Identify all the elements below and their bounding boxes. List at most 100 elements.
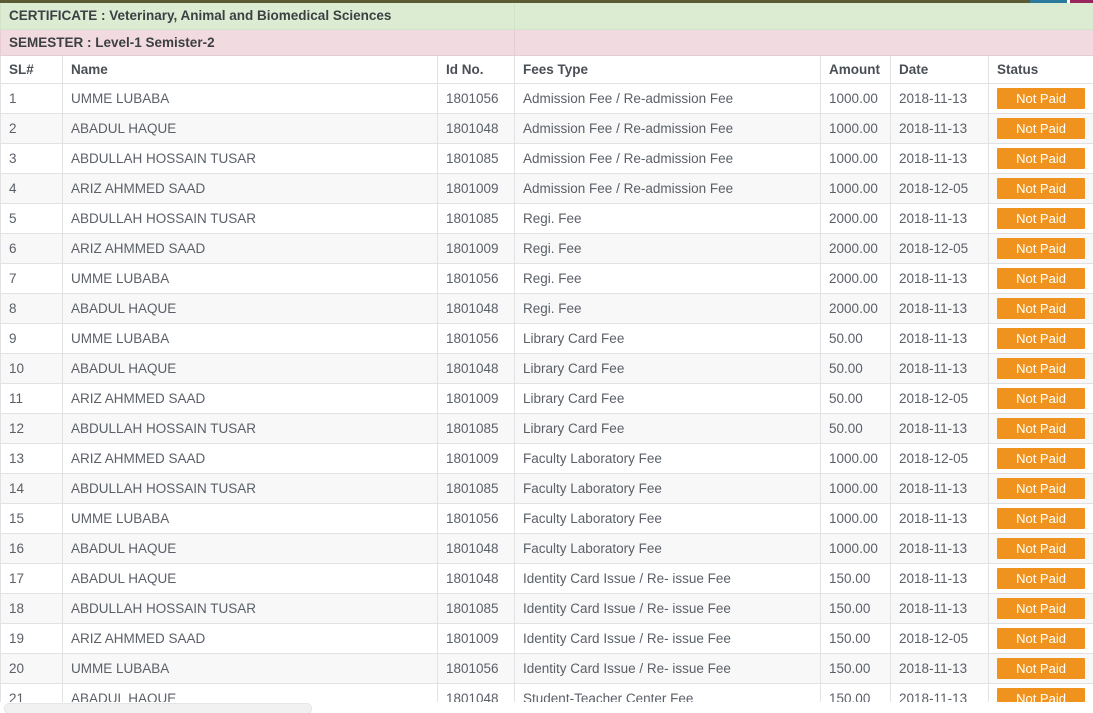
table-row[interactable]: 5 ABDULLAH HOSSAIN TUSAR 1801085 Regi. Fee 2… — [0, 203, 1093, 234]
status-badge[interactable]: Not Paid — [997, 388, 1086, 409]
cell-name: ARIZ AHMMED SAAD — [62, 383, 438, 414]
table-body: 1 UMME LUBABA 1801056 Admission Fee / Re-ad… — [0, 83, 1093, 705]
cell-name: UMME LUBABA — [62, 503, 438, 534]
status-badge[interactable]: Not Paid — [997, 508, 1086, 529]
cell-name: ABDULLAH HOSSAIN TUSAR — [62, 143, 438, 174]
status-badge[interactable]: Not Paid — [997, 208, 1086, 229]
table-row[interactable]: 16 ABADUL HAQUE 1801048 Faculty Laboratory … — [0, 533, 1093, 564]
cell-date: 2018-11-13 — [890, 263, 990, 294]
table-row[interactable]: 8 ABADUL HAQUE 1801048 Regi. Fee 2000.00 2018… — [0, 293, 1093, 324]
status-badge[interactable]: Not Paid — [997, 658, 1086, 679]
status-badge[interactable]: Not Paid — [997, 598, 1086, 619]
fees-table-scroll-container[interactable]: CERTIFICATE : Veterinary, Animal and Bio… — [0, 0, 1093, 705]
cell-name: UMME LUBABA — [62, 263, 438, 294]
cell-name: ABADUL HAQUE — [62, 353, 438, 384]
semester-banner-row: SEMESTER : Level-1 Semister-2 — [0, 29, 1093, 56]
cell-sl: 5 — [0, 203, 63, 234]
cell-fees-type: Faculty Laboratory Fee — [514, 473, 822, 504]
cell-fees-type: Admission Fee / Re-admission Fee — [514, 83, 822, 114]
table-row[interactable]: 18 ABDULLAH HOSSAIN TUSAR 1801085 Identity … — [0, 593, 1093, 624]
certificate-banner-spacer — [514, 0, 1093, 30]
horizontal-scrollbar[interactable] — [0, 702, 1093, 713]
cell-fees-type: Identity Card Issue / Re- issue Fee — [514, 593, 822, 624]
cell-sl: 11 — [0, 383, 63, 414]
cell-sl: 15 — [0, 503, 63, 534]
cell-id-no: 1801056 — [436, 263, 516, 294]
status-badge[interactable]: Not Paid — [997, 298, 1086, 319]
cell-fees-type: Admission Fee / Re-admission Fee — [514, 143, 822, 174]
status-badge[interactable]: Not Paid — [997, 118, 1086, 139]
cell-amount: 1000.00 — [820, 533, 892, 564]
table-row[interactable]: 6 ARIZ AHMMED SAAD 1801009 Regi. Fee 2000.00… — [0, 233, 1093, 264]
table-row[interactable]: 11 ARIZ AHMMED SAAD 1801009 Library Card Fe… — [0, 383, 1093, 414]
cell-amount: 1000.00 — [820, 143, 892, 174]
status-badge[interactable]: Not Paid — [997, 178, 1086, 199]
table-row[interactable]: 14 ABDULLAH HOSSAIN TUSAR 1801085 Faculty L… — [0, 473, 1093, 504]
cell-name: ABDULLAH HOSSAIN TUSAR — [62, 593, 438, 624]
status-badge[interactable]: Not Paid — [997, 538, 1086, 559]
cell-date: 2018-11-13 — [890, 293, 990, 324]
cell-date: 2018-11-13 — [890, 563, 990, 594]
semester-banner-spacer — [514, 29, 1093, 56]
column-header-id-no[interactable]: Id No. — [436, 55, 516, 84]
status-badge[interactable]: Not Paid — [997, 568, 1086, 589]
cell-status: Not Paid — [988, 563, 1093, 594]
cell-fees-type: Library Card Fee — [514, 323, 822, 354]
column-header-sl[interactable]: SL# — [0, 55, 63, 84]
column-header-fees-type[interactable]: Fees Type — [514, 55, 822, 84]
cell-fees-type: Library Card Fee — [514, 413, 822, 444]
table-row[interactable]: 17 ABADUL HAQUE 1801048 Identity Card Issue… — [0, 563, 1093, 594]
table-row[interactable]: 20 UMME LUBABA 1801056 Identity Card Issue … — [0, 653, 1093, 684]
table-row[interactable]: 15 UMME LUBABA 1801056 Faculty Laboratory F… — [0, 503, 1093, 534]
cell-id-no: 1801048 — [436, 533, 516, 564]
status-badge[interactable]: Not Paid — [997, 268, 1086, 289]
column-header-amount[interactable]: Amount — [820, 55, 892, 84]
column-header-name[interactable]: Name — [62, 55, 438, 84]
cell-id-no: 1801048 — [436, 113, 516, 144]
table-row[interactable]: 10 ABADUL HAQUE 1801048 Library Card Fee 50.… — [0, 353, 1093, 384]
cell-name: UMME LUBABA — [62, 323, 438, 354]
cell-amount: 1000.00 — [820, 83, 892, 114]
cell-sl: 13 — [0, 443, 63, 474]
cell-amount: 2000.00 — [820, 233, 892, 264]
table-row[interactable]: 9 UMME LUBABA 1801056 Library Card Fee 50.00… — [0, 323, 1093, 354]
table-row[interactable]: 13 ARIZ AHMMED SAAD 1801009 Faculty Laborat… — [0, 443, 1093, 474]
cell-fees-type: Faculty Laboratory Fee — [514, 443, 822, 474]
cell-sl: 6 — [0, 233, 63, 264]
cell-status: Not Paid — [988, 203, 1093, 234]
scrollbar-thumb[interactable] — [4, 703, 312, 713]
cell-id-no: 1801085 — [436, 593, 516, 624]
table-row[interactable]: 19 ARIZ AHMMED SAAD 1801009 Identity Card I… — [0, 623, 1093, 654]
cell-date: 2018-12-05 — [890, 623, 990, 654]
table-row[interactable]: 4 ARIZ AHMMED SAAD 1801009 Admission Fee / … — [0, 173, 1093, 204]
status-badge[interactable]: Not Paid — [997, 148, 1086, 169]
table-row[interactable]: 7 UMME LUBABA 1801056 Regi. Fee 2000.00 2018-… — [0, 263, 1093, 294]
cell-amount: 50.00 — [820, 353, 892, 384]
table-row[interactable]: 2 ABADUL HAQUE 1801048 Admission Fee / Re-a… — [0, 113, 1093, 144]
cell-fees-type: Admission Fee / Re-admission Fee — [514, 113, 822, 144]
status-badge[interactable]: Not Paid — [997, 358, 1086, 379]
table-row[interactable]: 3 ABDULLAH HOSSAIN TUSAR 1801085 Admission … — [0, 143, 1093, 174]
status-badge[interactable]: Not Paid — [997, 418, 1086, 439]
status-badge[interactable]: Not Paid — [997, 238, 1086, 259]
cell-sl: 1 — [0, 83, 63, 114]
cell-date: 2018-12-05 — [890, 443, 990, 474]
cell-name: ARIZ AHMMED SAAD — [62, 233, 438, 264]
cell-amount: 150.00 — [820, 653, 892, 684]
table-row[interactable]: 12 ABDULLAH HOSSAIN TUSAR 1801085 Library C… — [0, 413, 1093, 444]
status-badge[interactable]: Not Paid — [997, 478, 1086, 499]
cell-name: ABADUL HAQUE — [62, 113, 438, 144]
cell-date: 2018-11-13 — [890, 203, 990, 234]
cell-date: 2018-11-13 — [890, 113, 990, 144]
status-badge[interactable]: Not Paid — [997, 328, 1086, 349]
status-badge[interactable]: Not Paid — [997, 88, 1086, 109]
column-header-status[interactable]: Status — [988, 55, 1093, 84]
status-badge[interactable]: Not Paid — [997, 448, 1086, 469]
column-header-date[interactable]: Date — [890, 55, 990, 84]
cell-fees-type: Library Card Fee — [514, 383, 822, 414]
cell-date: 2018-11-13 — [890, 143, 990, 174]
status-badge[interactable]: Not Paid — [997, 628, 1086, 649]
cell-sl: 14 — [0, 473, 63, 504]
cell-date: 2018-12-05 — [890, 173, 990, 204]
table-row[interactable]: 1 UMME LUBABA 1801056 Admission Fee / Re-ad… — [0, 83, 1093, 114]
